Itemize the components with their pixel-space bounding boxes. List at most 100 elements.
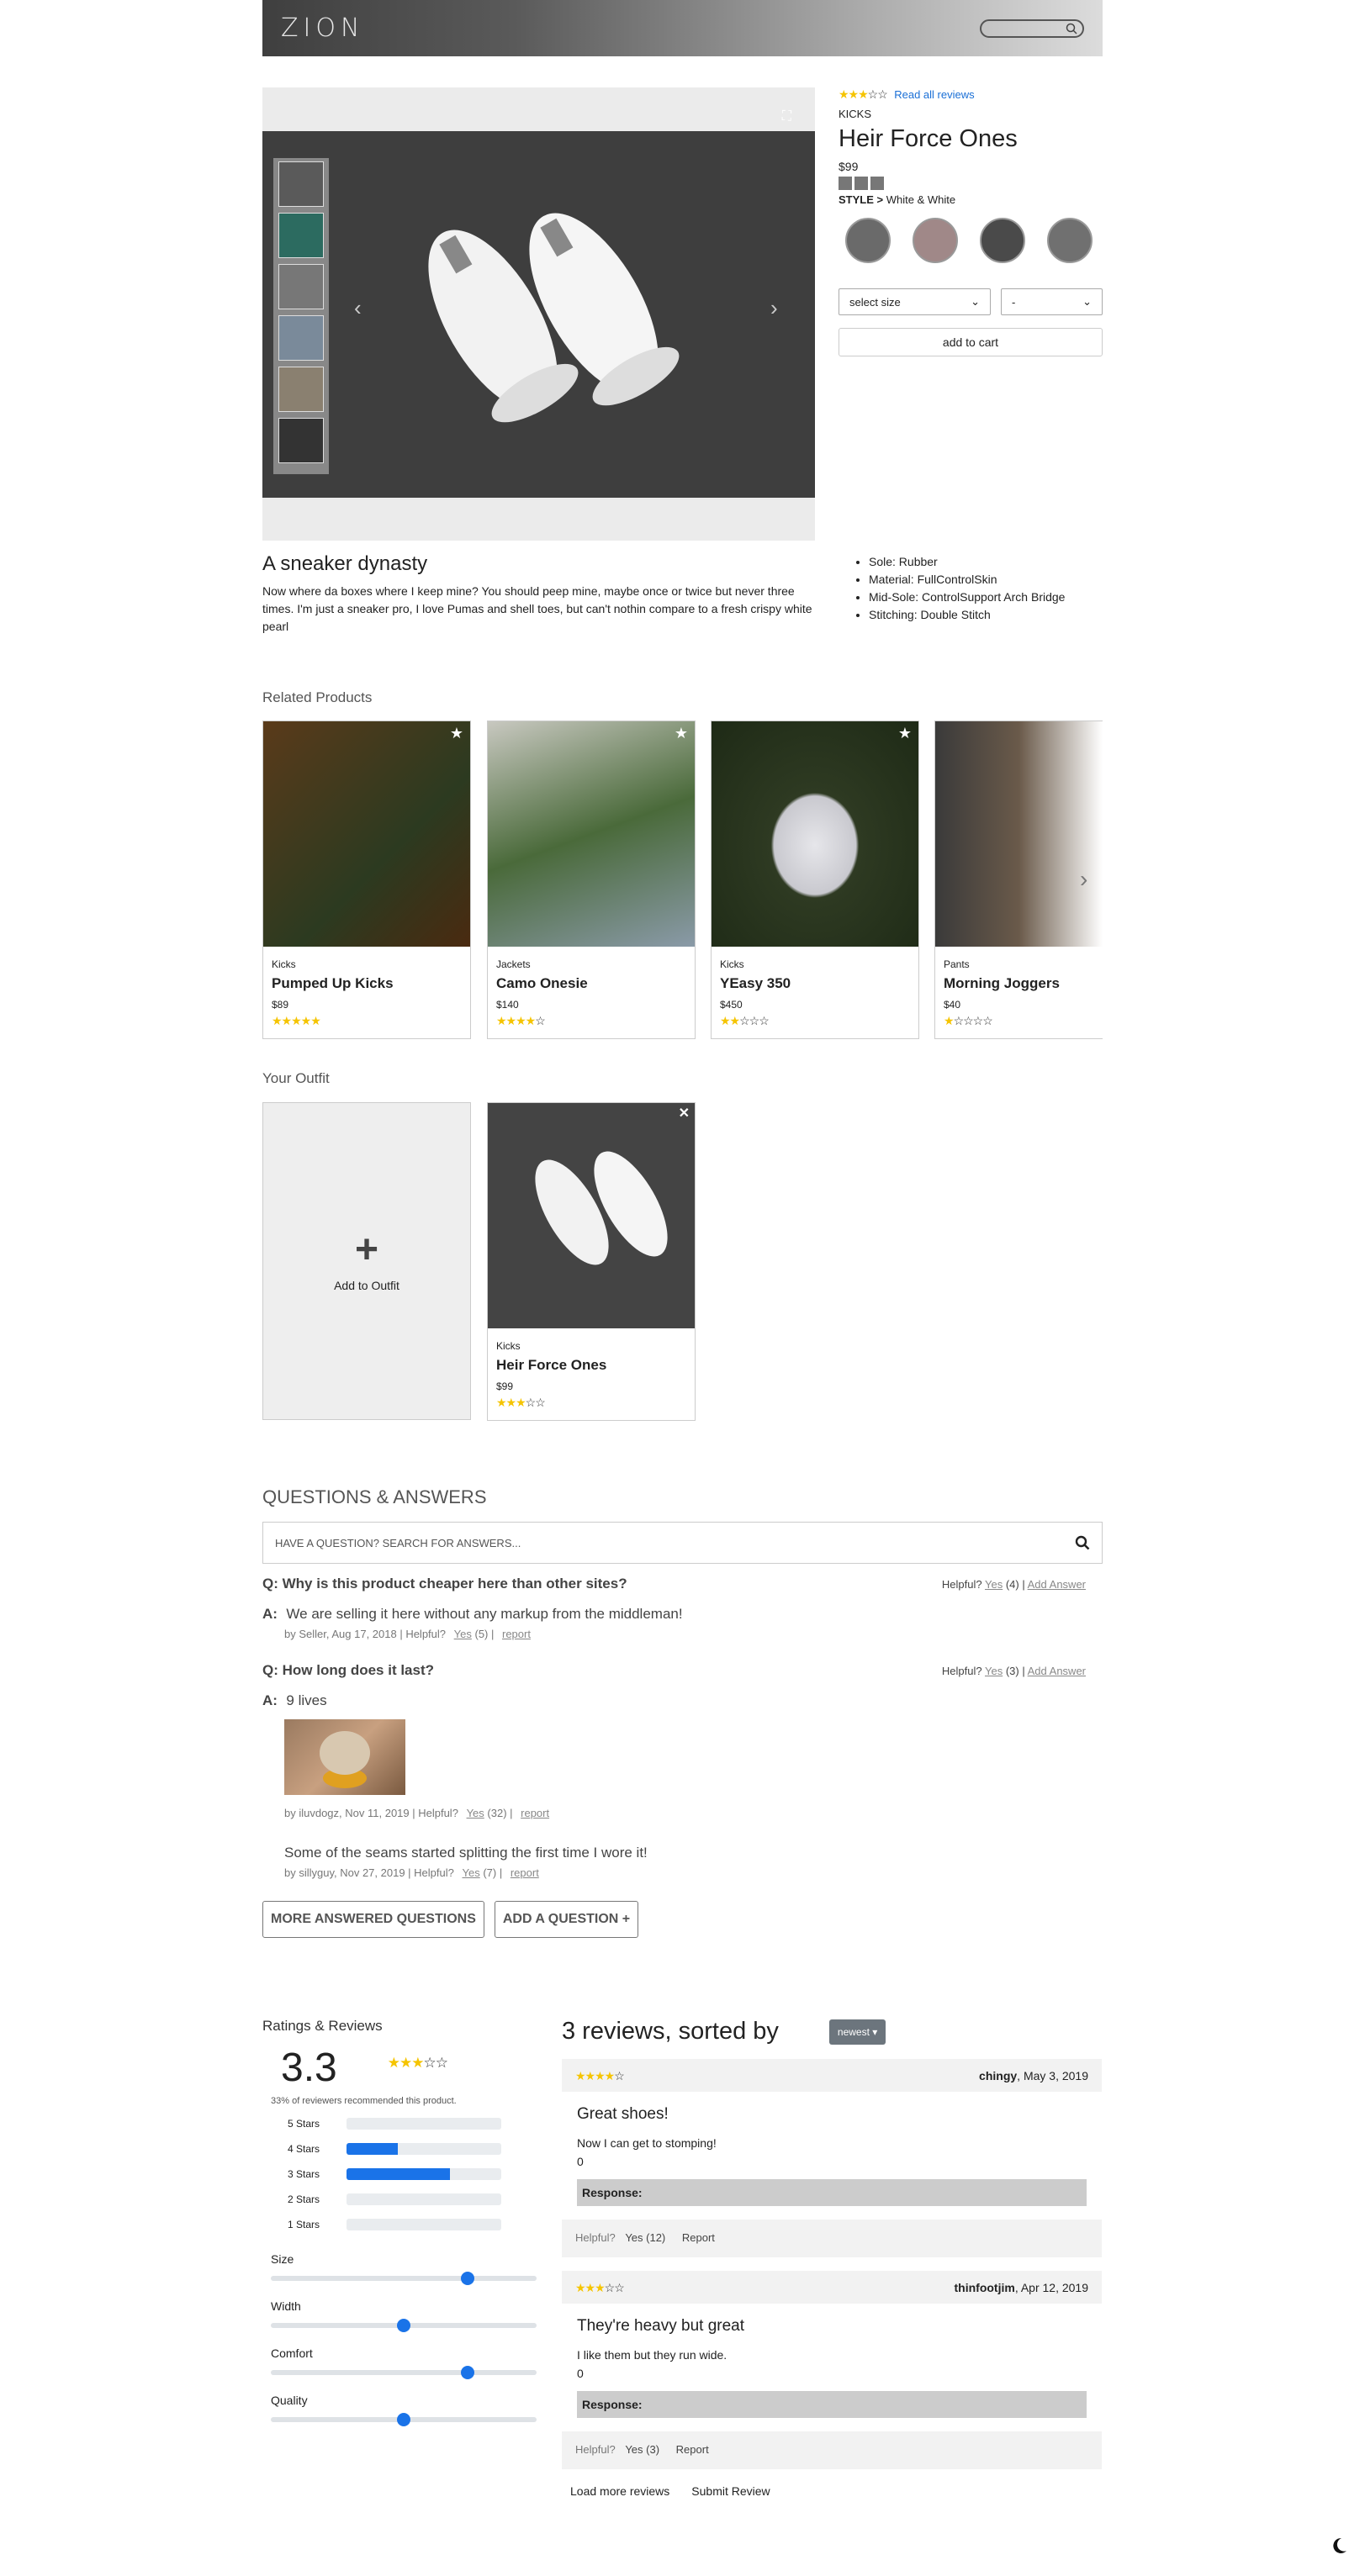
quantity-select[interactable]: - ⌄: [1001, 288, 1103, 315]
rating-bar-row[interactable]: 3 Stars: [262, 2168, 540, 2180]
product-image: ★: [488, 721, 695, 947]
add-answer-link[interactable]: Add Answer: [1028, 1578, 1086, 1591]
star-icon[interactable]: ★: [450, 725, 463, 742]
product-rating-stars: ★★★☆☆: [839, 87, 888, 101]
add-question-button[interactable]: ADD A QUESTION +: [494, 1901, 639, 1938]
rating-bar-row[interactable]: 2 Stars: [262, 2193, 540, 2205]
close-icon[interactable]: ✕: [679, 1105, 690, 1122]
rating-bar-row[interactable]: 5 Stars: [262, 2118, 540, 2130]
style-label: STYLE >: [839, 193, 884, 206]
carousel-next-icon[interactable]: ›: [1080, 866, 1087, 893]
related-products-title: Related Products: [262, 689, 373, 705]
characteristic-label: Quality: [271, 2394, 308, 2407]
style-swatch[interactable]: [980, 218, 1025, 263]
helpful-count: (32) |: [487, 1807, 513, 1819]
helpful-yes-link[interactable]: Yes: [985, 1578, 1003, 1591]
related-product-card[interactable]: ★ Kicks YEasy 350 $450 ★★☆☆☆: [711, 721, 919, 1039]
load-more-reviews-button[interactable]: Load more reviews: [562, 2478, 678, 2505]
helpful-yes-link[interactable]: Yes: [454, 1628, 472, 1640]
helpful-yes-link[interactable]: Yes: [985, 1665, 1003, 1677]
expand-icon[interactable]: ⛶: [782, 109, 791, 124]
qa-search-input[interactable]: HAVE A QUESTION? SEARCH FOR ANSWERS...: [262, 1522, 1103, 1564]
description-text: Now where da boxes where I keep mine? Yo…: [262, 584, 812, 633]
rating-bar-row[interactable]: 4 Stars: [262, 2143, 540, 2155]
report-link[interactable]: Report: [682, 2231, 715, 2244]
helpful-count: (5) |: [474, 1628, 495, 1640]
sort-dropdown[interactable]: newest ▾: [828, 2019, 886, 2045]
thumbnail[interactable]: [278, 161, 324, 207]
more-answered-questions-button[interactable]: MORE ANSWERED QUESTIONS: [262, 1901, 484, 1938]
card-name: YEasy 350: [720, 975, 791, 991]
pinterest-icon[interactable]: [870, 177, 884, 190]
outfit-card[interactable]: ✕ Kicks Heir Force Ones $99 ★★★☆☆: [487, 1102, 696, 1421]
related-product-card[interactable]: ★ Kicks Pumped Up Kicks $89 ★★★★★: [262, 721, 471, 1039]
review-date: , Apr 12, 2019: [1014, 2281, 1088, 2294]
style-value: White & White: [886, 193, 956, 206]
star-icon[interactable]: ★: [675, 725, 688, 742]
size-select[interactable]: select size ⌄: [839, 288, 991, 315]
report-link[interactable]: Report: [676, 2443, 709, 2456]
question-text: Q: How long does it last?: [262, 1662, 434, 1678]
next-image-arrow[interactable]: ›: [770, 295, 778, 321]
characteristic-marker: [460, 2366, 474, 2379]
main-product-image[interactable]: [262, 131, 815, 498]
question-row: Q: Why is this product cheaper here than…: [262, 1576, 1103, 1592]
card-rating-stars: ★★★☆☆: [496, 1396, 546, 1409]
logo[interactable]: ZION: [281, 13, 364, 43]
add-to-cart-button[interactable]: add to cart: [839, 328, 1103, 356]
style-swatch[interactable]: [845, 218, 891, 263]
helpful-yes-link[interactable]: Yes: [467, 1807, 484, 1819]
facebook-icon[interactable]: [839, 177, 852, 190]
prev-image-arrow[interactable]: ‹: [354, 295, 362, 321]
add-answer-link[interactable]: Add Answer: [1028, 1665, 1086, 1677]
review-date: , May 3, 2019: [1017, 2069, 1088, 2082]
thumbnail[interactable]: [278, 418, 324, 463]
characteristic-marker: [397, 2413, 410, 2426]
review-stars: ★★★★☆: [575, 2069, 625, 2082]
answer-row: A: 9 lives: [262, 1692, 1103, 1709]
card-category: Kicks: [272, 958, 296, 970]
image-gallery: ⛶ ‹ ›: [262, 87, 815, 541]
style-swatch[interactable]: [913, 218, 958, 263]
thumbnail[interactable]: [278, 264, 324, 309]
search-icon[interactable]: [1066, 23, 1077, 34]
twitter-icon[interactable]: [854, 177, 868, 190]
style-swatch[interactable]: [1047, 218, 1093, 263]
characteristic-label: Comfort: [271, 2346, 313, 2360]
add-to-outfit-card[interactable]: + Add to Outfit: [262, 1102, 471, 1420]
read-all-reviews-link[interactable]: Read all reviews: [894, 88, 974, 101]
report-link[interactable]: report: [511, 1866, 539, 1879]
related-product-card[interactable]: Pants Morning Joggers $40 ★☆☆☆☆: [934, 721, 1103, 1039]
star-icon[interactable]: ★: [898, 725, 912, 742]
thumbnail[interactable]: [278, 315, 324, 361]
answer-photo[interactable]: [284, 1719, 405, 1795]
answer-meta: by sillyguy, Nov 27, 2019 | Helpful?: [284, 1866, 454, 1879]
answer-prefix: A:: [262, 1692, 278, 1708]
search-icon[interactable]: [1075, 1535, 1090, 1550]
submit-review-button[interactable]: Submit Review: [683, 2478, 778, 2505]
card-category: Kicks: [720, 958, 744, 970]
dark-mode-icon[interactable]: [1329, 2536, 1349, 2556]
product-title: Heir Force Ones: [839, 125, 1018, 152]
card-price: $140: [496, 999, 519, 1011]
helpful-yes-link[interactable]: Yes: [462, 1866, 479, 1879]
add-to-outfit-label: Add to Outfit: [334, 1279, 399, 1292]
card-price: $99: [496, 1380, 514, 1392]
helpful-yes-link[interactable]: Yes (3): [625, 2443, 659, 2456]
card-name: Morning Joggers: [944, 975, 1060, 991]
review-summary: They're heavy but great: [577, 2317, 745, 2335]
thumbnail[interactable]: [278, 367, 324, 412]
review-stars: ★★★☆☆: [575, 2281, 625, 2294]
rating-bar-row[interactable]: 1 Stars: [262, 2219, 540, 2230]
thumbnail[interactable]: [278, 213, 324, 258]
feature-item: Mid-Sole: ControlSupport Arch Bridge: [869, 589, 1065, 606]
report-link[interactable]: report: [521, 1807, 549, 1819]
helpful-yes-link[interactable]: Yes (12): [625, 2231, 665, 2244]
report-link[interactable]: report: [502, 1628, 531, 1640]
header-search-input[interactable]: [980, 18, 1084, 38]
chevron-down-icon: ⌄: [971, 295, 980, 308]
related-product-card[interactable]: ★ Jackets Camo Onesie $140 ★★★★☆: [487, 721, 696, 1039]
product-image: ✕: [488, 1103, 695, 1328]
review-user: thinfootjim: [954, 2281, 1015, 2294]
card-rating-stars: ★★★★☆: [496, 1014, 546, 1027]
